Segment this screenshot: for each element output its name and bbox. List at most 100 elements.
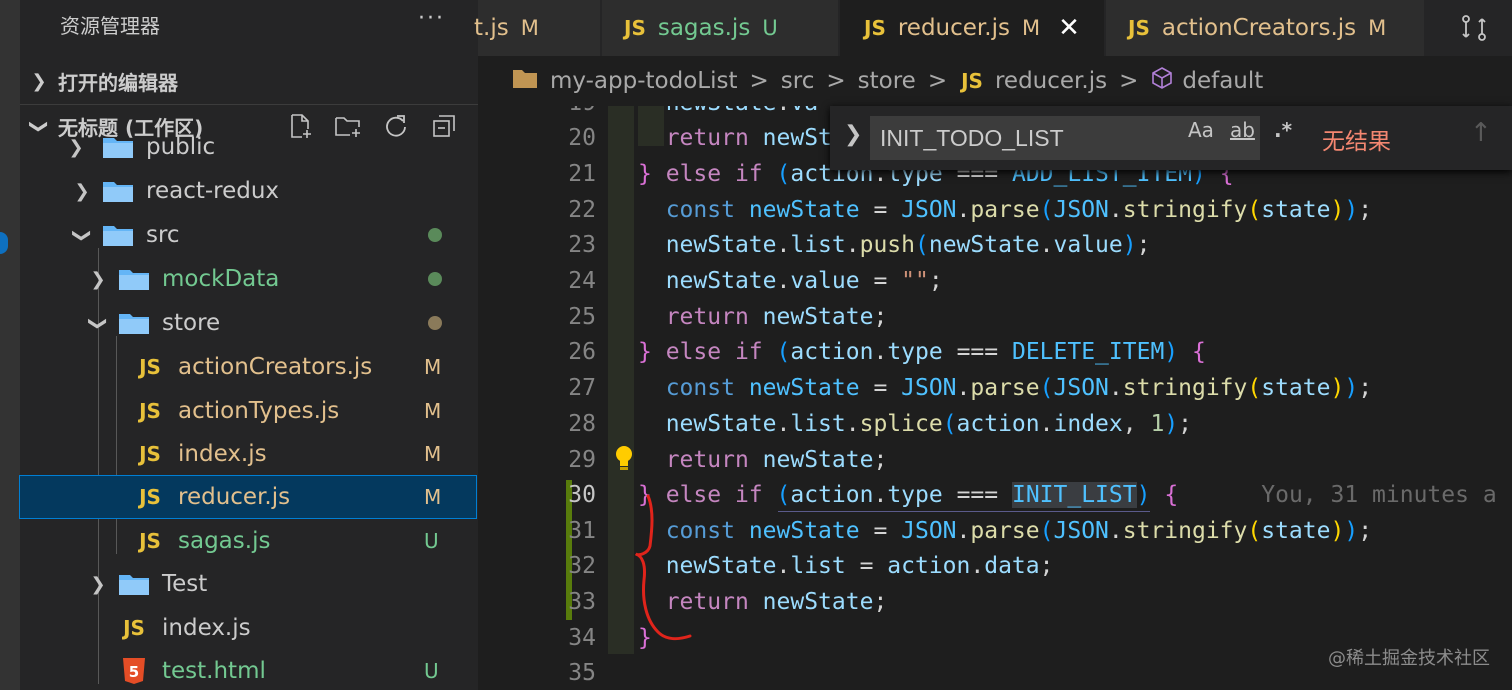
code-line: newState.value = ""; xyxy=(665,268,943,294)
tree-label: mockData xyxy=(162,266,280,292)
tree-file-sagas[interactable]: JS sagas.js U xyxy=(20,520,476,562)
tab-sagas-js[interactable]: JS sagas.js U xyxy=(602,0,839,56)
line-number: 19 xyxy=(518,106,596,116)
tree-folder-Test[interactable]: ❯ Test xyxy=(20,563,476,605)
breadcrumb-separator: > xyxy=(1119,68,1139,94)
tab-label: t.js xyxy=(474,15,509,41)
tree-label: src xyxy=(146,222,180,248)
previous-match-icon[interactable]: ↑ xyxy=(1470,118,1492,148)
tab-status: U xyxy=(762,16,778,40)
toggle-replace-chevron-icon[interactable]: ❯ xyxy=(844,122,862,147)
tab-status: M xyxy=(1368,16,1387,40)
git-status-badge: M xyxy=(424,399,442,423)
tree-label: actionCreators.js xyxy=(178,354,373,380)
line-number: 35 xyxy=(568,660,596,686)
git-status-badge: U xyxy=(424,659,439,683)
git-status-badge: U xyxy=(424,529,439,553)
tree-file-test-html[interactable]: 5 test.html U xyxy=(20,650,476,690)
tab-actionCreators-js[interactable]: JS actionCreators.js M xyxy=(1106,0,1425,56)
breadcrumb-separator: > xyxy=(927,68,948,94)
folder-icon xyxy=(512,67,538,95)
match-case-button[interactable]: Aa xyxy=(1188,118,1214,142)
js-file-icon: JS xyxy=(864,16,886,40)
js-file-icon: JS xyxy=(139,355,161,379)
more-actions-button[interactable]: ··· xyxy=(418,6,445,31)
breadcrumb-separator: > xyxy=(826,68,846,94)
tree-folder-store[interactable]: ❯ store xyxy=(20,302,476,344)
code-line: newState.va xyxy=(638,106,818,116)
breadcrumb-store[interactable]: store xyxy=(858,68,916,94)
line-number: 22 xyxy=(568,197,596,223)
tree-file-actionTypes[interactable]: JS actionTypes.js M xyxy=(20,390,476,432)
tree-label: index.js xyxy=(162,615,251,641)
chevron-right-icon: ❯ xyxy=(90,573,106,595)
js-file-icon: JS xyxy=(139,485,161,509)
tree-file-actionCreators[interactable]: JS actionCreators.js M xyxy=(20,346,476,388)
line-number: 30 xyxy=(568,482,596,508)
symbol-cube-icon xyxy=(1150,66,1174,96)
chevron-right-icon: ❯ xyxy=(68,136,84,158)
line-number: 24 xyxy=(568,268,596,294)
tree-folder-mockData[interactable]: ❯ mockData xyxy=(20,258,476,300)
chevron-right-icon: ❯ xyxy=(31,70,47,92)
find-query: INIT_TODO_LIST xyxy=(880,125,1064,151)
line-number: 20 xyxy=(568,125,596,151)
code-editor[interactable]: 19 20 21 22 23 24 25 26 27 28 29 30 31 32 33 34 35 newSt… xyxy=(478,106,1512,690)
close-icon[interactable]: ✕ xyxy=(1058,13,1080,43)
breadcrumb-project[interactable]: my-app-todoList xyxy=(550,68,737,94)
find-result: 无结果 xyxy=(1322,129,1391,155)
tree-label: test.html xyxy=(162,658,266,684)
red-annotation-stroke xyxy=(634,494,692,641)
git-status-badge: M xyxy=(424,485,442,509)
tree-file-index[interactable]: JS index.js M xyxy=(20,433,476,475)
js-file-icon: JS xyxy=(123,616,145,640)
lightbulb-icon[interactable] xyxy=(612,444,636,478)
code-line: const newState = JSON.parse(JSON.stringi… xyxy=(665,197,1373,223)
tree-label: actionTypes.js xyxy=(178,398,340,424)
tree-file-src-index[interactable]: JS index.js xyxy=(20,607,476,649)
line-number: 32 xyxy=(568,553,596,579)
folder-open-icon xyxy=(102,222,134,248)
js-file-icon: JS xyxy=(961,69,983,93)
tree-label: react-redux xyxy=(146,178,280,204)
tab-label: reducer.js xyxy=(897,15,1010,41)
breadcrumb: my-app-todoList > src > store > JS reduc… xyxy=(478,56,1512,106)
whole-word-button[interactable]: ab xyxy=(1230,118,1255,142)
code-line: newState.list.splice(action.index, 1); xyxy=(665,411,1193,437)
git-status-dot xyxy=(428,228,442,242)
tree-file-reducer[interactable]: JS reducer.js M xyxy=(19,475,477,519)
tree-label: public xyxy=(146,134,216,160)
breadcrumb-symbol[interactable]: default xyxy=(1182,68,1263,94)
open-editors-label: 打开的编辑器 xyxy=(58,70,178,95)
git-blame-annotation: You, 31 minutes a xyxy=(1261,482,1497,508)
folder-icon xyxy=(118,571,150,597)
line-number: 31 xyxy=(568,518,596,544)
tree-label: Test xyxy=(162,571,208,597)
git-status-dot xyxy=(428,316,442,330)
activity-bar xyxy=(0,0,20,690)
git-status-dot xyxy=(428,272,442,286)
line-number: 27 xyxy=(568,375,596,401)
line-number: 28 xyxy=(568,411,596,437)
tree-label: sagas.js xyxy=(178,528,271,554)
breadcrumb-src[interactable]: src xyxy=(781,68,815,94)
tab-test-js[interactable]: t.js M xyxy=(474,0,601,56)
folder-icon xyxy=(118,266,150,292)
code-line: const newState = JSON.parse(JSON.stringi… xyxy=(665,375,1373,401)
line-number: 25 xyxy=(568,304,596,330)
open-editors-section[interactable]: ❯ 打开的编辑器 xyxy=(20,60,478,102)
breadcrumb-file[interactable]: reducer.js xyxy=(995,68,1107,94)
tab-reducer-js[interactable]: JS reducer.js M ✕ xyxy=(840,0,1105,56)
js-file-icon: JS xyxy=(139,442,161,466)
line-number: 26 xyxy=(568,339,596,365)
js-file-icon: JS xyxy=(624,16,646,40)
compare-changes-icon[interactable] xyxy=(1458,12,1490,44)
line-number: 34 xyxy=(568,625,596,651)
watermark: @稀土掘金技术社区 xyxy=(1328,648,1490,669)
tree-folder-src[interactable]: ❯ src xyxy=(20,214,476,256)
code-line: return newSt xyxy=(665,125,832,151)
chevron-down-icon: ❯ xyxy=(87,315,109,331)
tree-folder-public[interactable]: ❯ public xyxy=(20,126,476,168)
regex-button[interactable]: .* xyxy=(1274,118,1292,142)
tree-folder-react-redux[interactable]: ❯ react-redux xyxy=(20,170,476,212)
